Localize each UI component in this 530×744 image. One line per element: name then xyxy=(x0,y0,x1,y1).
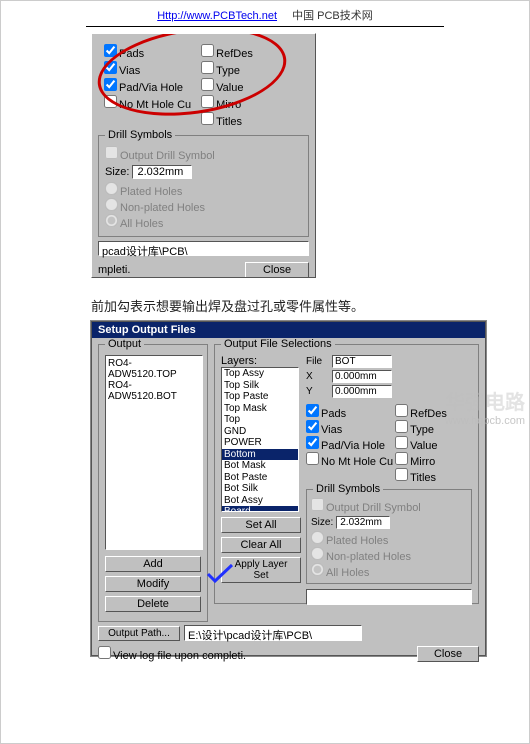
modify-button[interactable]: Modify xyxy=(105,576,201,592)
layer-item[interactable]: Top Assy xyxy=(222,368,298,380)
layer-item[interactable]: Top xyxy=(222,414,298,426)
check-vias[interactable]: Vias xyxy=(104,61,191,77)
check-mirro[interactable]: Mirro xyxy=(201,95,253,111)
layer-item[interactable]: POWER xyxy=(222,437,298,449)
radio-nonplated[interactable]: Non-plated Holes xyxy=(105,202,205,214)
d2-plated[interactable]: Plated Holes xyxy=(311,535,388,547)
radio-plated[interactable]: Plated Holes xyxy=(105,186,182,198)
x-field[interactable]: 0.000mm xyxy=(332,370,392,383)
d2-titles[interactable]: Titles xyxy=(395,468,447,484)
header-site: 中国 PCB技术网 xyxy=(292,10,373,22)
x-label: X xyxy=(306,371,328,382)
layer-item[interactable]: Bot Silk xyxy=(222,483,298,495)
radio-all[interactable]: All Holes xyxy=(105,218,163,230)
output-path-button[interactable]: Output Path... xyxy=(98,626,180,641)
close-button[interactable]: Close xyxy=(417,646,479,662)
top-screenshot-panel: Pads Vias Pad/Via Hole No Mt Hole Cu Ref… xyxy=(91,33,316,278)
layer-item[interactable]: Bot Assy xyxy=(222,495,298,507)
size-value: 2.032mm xyxy=(132,165,192,179)
top-path-field[interactable]: pcad设计库\PCB\ xyxy=(98,241,309,256)
check-refdes[interactable]: RefDes xyxy=(201,44,253,60)
layer-item[interactable]: Bottom xyxy=(222,449,298,461)
d2-refdes[interactable]: RefDes xyxy=(395,404,447,420)
set-all-button[interactable]: Set All xyxy=(221,517,301,533)
file-label: File xyxy=(306,356,328,367)
check-type[interactable]: Type xyxy=(201,61,253,77)
mpleti-text: mpleti. xyxy=(98,264,130,276)
close-button-top[interactable]: Close xyxy=(245,262,309,278)
d2-mirro[interactable]: Mirro xyxy=(395,452,447,468)
clear-all-button[interactable]: Clear All xyxy=(221,537,301,553)
caption-text: 前加勾表示想要输出焊及盘过孔或零件属性等。 xyxy=(91,296,364,315)
d2-all[interactable]: All Holes xyxy=(311,567,369,579)
layer-item[interactable]: Board xyxy=(222,506,298,512)
d2-output-drill[interactable]: Output Drill Symbol xyxy=(311,502,421,514)
layer-item[interactable]: GND xyxy=(222,426,298,438)
file-field[interactable]: BOT xyxy=(332,355,392,368)
d2-padvia[interactable]: Pad/Via Hole xyxy=(306,436,393,452)
page-header: Http://www.PCBTech.net 中国 PCB技术网 xyxy=(86,1,444,27)
layer-set-combo[interactable] xyxy=(306,589,472,605)
d2-drill-legend: Drill Symbols xyxy=(313,483,383,495)
check-nomt[interactable]: No Mt Hole Cu xyxy=(104,95,191,111)
delete-button[interactable]: Delete xyxy=(105,596,201,612)
group-legend: Drill Symbols xyxy=(105,129,175,141)
d2-pads[interactable]: Pads xyxy=(306,404,393,420)
d2-drill-symbols: Drill Symbols Output Drill Symbol Size: … xyxy=(306,489,472,584)
check-pads[interactable]: Pads xyxy=(104,44,191,60)
output-file-item[interactable]: RO4-ADW5120.TOP xyxy=(108,358,200,380)
output-path-field[interactable]: E:\设计\pcad设计库\PCB\ xyxy=(184,625,362,641)
check-titles[interactable]: Titles xyxy=(201,112,253,128)
d2-size-lbl: Size: xyxy=(311,517,333,528)
add-button[interactable]: Add xyxy=(105,556,201,572)
layer-item[interactable]: Top Paste xyxy=(222,391,298,403)
dialog-titlebar[interactable]: Setup Output Files xyxy=(92,322,485,338)
output-files-list[interactable]: RO4-ADW5120.TOPRO4-ADW5120.BOT xyxy=(105,355,203,550)
layer-item[interactable]: Top Silk xyxy=(222,380,298,392)
output-file-item[interactable]: RO4-ADW5120.BOT xyxy=(108,380,200,402)
check-output-drill[interactable]: Output Drill Symbol xyxy=(105,150,215,162)
check-padvia[interactable]: Pad/Via Hole xyxy=(104,78,191,94)
layer-item[interactable]: Top Mask xyxy=(222,403,298,415)
y-field[interactable]: 0.000mm xyxy=(332,385,392,398)
size-label: Size: xyxy=(105,166,129,178)
d2-nomt[interactable]: No Mt Hole Cu xyxy=(306,452,393,468)
d2-vias[interactable]: Vias xyxy=(306,420,393,436)
d2-value[interactable]: Value xyxy=(395,436,447,452)
setup-output-dialog: Setup Output Files Output RO4-ADW5120.TO… xyxy=(91,321,486,656)
view-log-check[interactable]: View log file upon completi. xyxy=(98,646,246,662)
file-selections-group: Output File Selections Layers: Top AssyT… xyxy=(214,344,479,604)
check-value[interactable]: Value xyxy=(201,78,253,94)
file-sel-legend: Output File Selections xyxy=(221,338,335,350)
header-url[interactable]: Http://www.PCBTech.net xyxy=(157,10,277,22)
output-legend: Output xyxy=(105,338,144,350)
d2-size-val: 2.032mm xyxy=(336,516,390,529)
layer-item[interactable]: Bot Paste xyxy=(222,472,298,484)
y-label: Y xyxy=(306,386,328,397)
layer-item[interactable]: Bot Mask xyxy=(222,460,298,472)
apply-layer-set-button[interactable]: Apply Layer Set xyxy=(221,557,301,583)
drill-symbols-group: Drill Symbols Output Drill Symbol Size: … xyxy=(98,135,309,237)
output-group: Output RO4-ADW5120.TOPRO4-ADW5120.BOT Ad… xyxy=(98,344,208,622)
layers-label: Layers: xyxy=(221,355,301,367)
layers-list[interactable]: Top AssyTop SilkTop PasteTop MaskTopGNDP… xyxy=(221,367,299,512)
d2-nonplated[interactable]: Non-plated Holes xyxy=(311,551,411,563)
d2-type[interactable]: Type xyxy=(395,420,447,436)
